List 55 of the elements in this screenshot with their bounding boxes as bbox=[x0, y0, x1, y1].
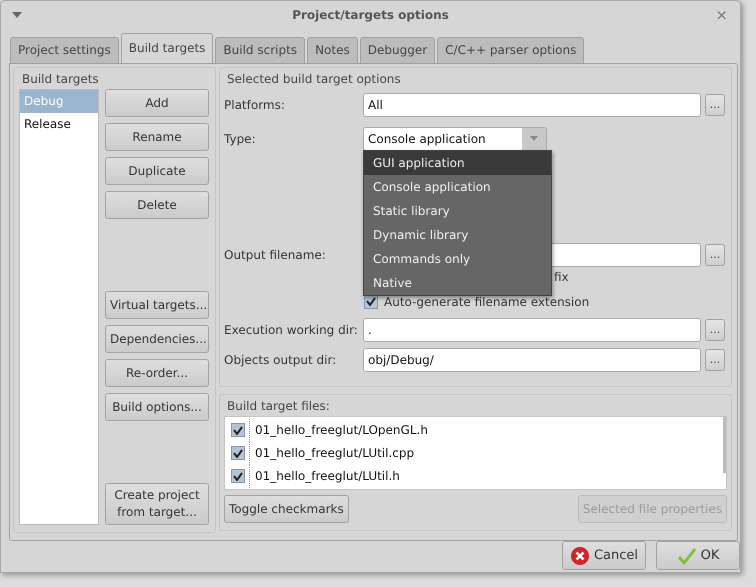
target-list[interactable]: Debug Release bbox=[19, 88, 99, 525]
check-icon bbox=[676, 546, 697, 566]
group-title: Build target files: bbox=[226, 398, 331, 414]
window-title: Project/targets options bbox=[292, 8, 449, 22]
create-project-button[interactable]: Create project from target... bbox=[105, 482, 209, 525]
menu-item[interactable]: Dynamic library bbox=[364, 222, 551, 247]
target-button[interactable]: Rename bbox=[105, 122, 209, 151]
ok-button[interactable]: OK bbox=[656, 541, 740, 570]
menu-item[interactable]: Console application bbox=[364, 174, 551, 199]
cancel-button[interactable]: Cancel bbox=[562, 541, 646, 570]
target-item[interactable]: Release bbox=[20, 112, 98, 136]
tab[interactable]: C/C++ parser options bbox=[437, 36, 584, 63]
target-button[interactable]: Duplicate bbox=[105, 156, 209, 185]
field-label: Objects output dir: bbox=[224, 352, 338, 367]
field-label: Type: bbox=[224, 132, 257, 146]
type-dropdown[interactable]: Console application bbox=[363, 126, 547, 151]
tab[interactable]: Project settings bbox=[10, 36, 119, 63]
target-button[interactable]: Virtual targets... bbox=[105, 290, 209, 319]
tab[interactable]: Build scripts bbox=[215, 36, 306, 63]
checkbox[interactable] bbox=[231, 469, 245, 484]
browse-button[interactable]: ... bbox=[705, 244, 725, 266]
file-name[interactable]: 01_hello_freeglut/LUtil.h bbox=[249, 464, 400, 488]
file-name[interactable]: 01_hello_freeglut/LUtil.cpp bbox=[249, 442, 414, 465]
platforms-field[interactable]: All bbox=[363, 92, 701, 117]
checkbox[interactable] bbox=[231, 446, 245, 460]
window-menu-icon[interactable] bbox=[12, 12, 22, 18]
cancel-icon bbox=[570, 546, 590, 566]
tab[interactable]: Build targets bbox=[120, 32, 214, 63]
checkbox-label: Auto-generate filename extension bbox=[384, 294, 590, 309]
target-button[interactable]: Build options... bbox=[105, 392, 209, 421]
menu-item[interactable]: Commands only bbox=[364, 246, 551, 271]
menu-item[interactable]: Static library bbox=[364, 198, 551, 223]
field-label: Platforms: bbox=[224, 98, 286, 112]
browse-button[interactable]: ... bbox=[705, 94, 725, 116]
target-button[interactable]: Dependencies... bbox=[105, 324, 209, 353]
target-button[interactable]: Add bbox=[105, 88, 209, 117]
tab[interactable]: Notes bbox=[307, 36, 358, 63]
group-title: Selected build target options bbox=[226, 70, 402, 87]
working-dir-field[interactable]: . bbox=[363, 318, 701, 342]
target-button[interactable]: Re-order... bbox=[105, 358, 209, 387]
field-label: Output filename: bbox=[224, 248, 327, 262]
objects-dir-field[interactable]: obj/Debug/ bbox=[363, 348, 701, 372]
file-name[interactable]: 01_hello_freeglut/LOpenGL.h bbox=[249, 418, 428, 442]
checkbox-label: fix bbox=[554, 270, 569, 284]
menu-item[interactable]: Native bbox=[364, 270, 551, 295]
browse-button[interactable]: ... bbox=[705, 348, 725, 371]
field-label: Execution working dir: bbox=[224, 322, 359, 337]
group-title: Build targets bbox=[21, 70, 100, 87]
tab[interactable]: Debugger bbox=[360, 36, 436, 63]
menu-item[interactable]: GUI application bbox=[364, 150, 551, 175]
toggle-checkmarks-button[interactable]: Toggle checkmarks bbox=[224, 494, 349, 523]
target-button[interactable]: Delete bbox=[105, 190, 209, 219]
caret-icon bbox=[530, 136, 538, 142]
checkbox[interactable] bbox=[231, 423, 245, 438]
browse-button[interactable]: ... bbox=[705, 318, 725, 341]
